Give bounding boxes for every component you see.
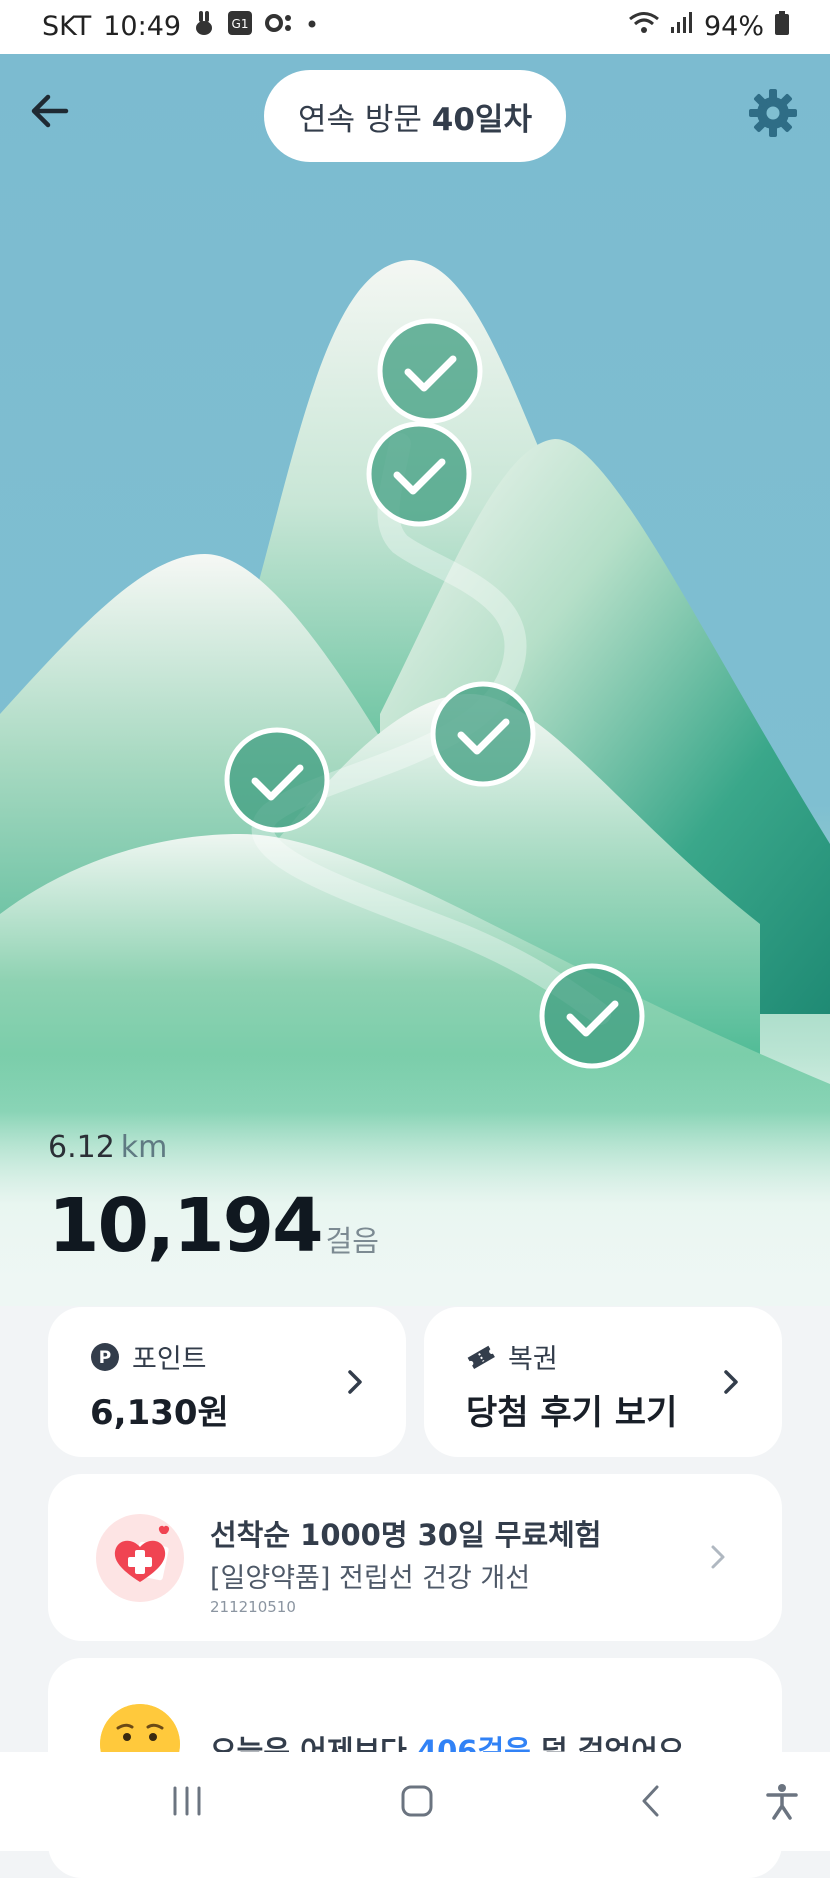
checkpoint-1	[377, 318, 483, 424]
p-coin-icon: P	[91, 1342, 119, 1371]
recent-apps-icon[interactable]	[170, 1782, 204, 1820]
battery-icon	[774, 10, 790, 43]
checkpoint-5	[539, 963, 645, 1069]
steps-readout: 10,194 걸음	[48, 1183, 379, 1269]
checkpoint-2	[366, 421, 472, 527]
svg-text:P: P	[99, 1348, 111, 1368]
back-nav-icon[interactable]	[636, 1782, 666, 1820]
arrow-left-icon	[31, 94, 69, 128]
accessibility-icon[interactable]	[764, 1782, 800, 1820]
streak-days: 40일차	[431, 101, 532, 138]
heart-medical-icon	[96, 1514, 184, 1602]
status-bar: SKT 10:49 G1 94%	[0, 0, 830, 54]
dot-icon	[307, 10, 317, 43]
distance-value: 6.12	[48, 1130, 115, 1165]
points-card[interactable]: P 포인트 6,130원	[48, 1307, 406, 1457]
promo-code: 211210510	[210, 1598, 296, 1616]
settings-button[interactable]	[746, 86, 800, 140]
promo-card[interactable]: 선착순 1000명 30일 무료체험 [일양약품] 전립선 건강 개선 2112…	[48, 1474, 782, 1641]
points-title: 포인트	[132, 1344, 207, 1375]
distance-readout: 6.12 km	[48, 1130, 379, 1165]
ticket-icon	[467, 1345, 495, 1369]
rabbit-icon	[193, 10, 215, 43]
mountain-hero	[0, 54, 830, 1306]
home-icon[interactable]	[400, 1782, 434, 1820]
chevron-right-icon	[724, 1370, 738, 1394]
promo-subtitle: [일양약품] 전립선 건강 개선	[210, 1563, 531, 1594]
streak-badge: 연속 방문 40일차	[264, 70, 566, 162]
lottery-card[interactable]: 복권 당첨 후기 보기	[424, 1307, 782, 1457]
steps-value: 10,194	[48, 1183, 324, 1269]
streak-prefix: 연속 방문	[298, 101, 432, 138]
system-nav-bar	[0, 1752, 830, 1851]
checkpoint-3	[430, 681, 536, 787]
wifi-icon	[628, 10, 660, 43]
mountain-illustration	[0, 260, 830, 1306]
oo-icon	[265, 10, 295, 43]
gear-icon	[749, 89, 797, 137]
back-button[interactable]	[26, 86, 76, 136]
svg-text:G1: G1	[232, 17, 249, 31]
chevron-right-icon	[348, 1370, 362, 1394]
chevron-right-icon	[711, 1545, 725, 1569]
battery-percent: 94%	[703, 11, 764, 42]
distance-unit: km	[120, 1130, 168, 1165]
g1-icon: G1	[227, 10, 253, 43]
carrier-label: SKT	[42, 11, 92, 42]
time-label: 10:49	[103, 11, 182, 42]
activity-stats: 6.12 km 10,194 걸음	[48, 1130, 379, 1269]
lottery-title: 복권	[508, 1344, 558, 1375]
promo-title: 선착순 1000명 30일 무료체험	[210, 1518, 602, 1552]
points-value: 6,130원	[90, 1393, 229, 1433]
checkpoint-4	[224, 727, 330, 833]
lottery-value: 당첨 후기 보기	[466, 1393, 678, 1433]
signal-icon	[670, 10, 694, 43]
steps-unit: 걸음	[325, 1224, 379, 1258]
